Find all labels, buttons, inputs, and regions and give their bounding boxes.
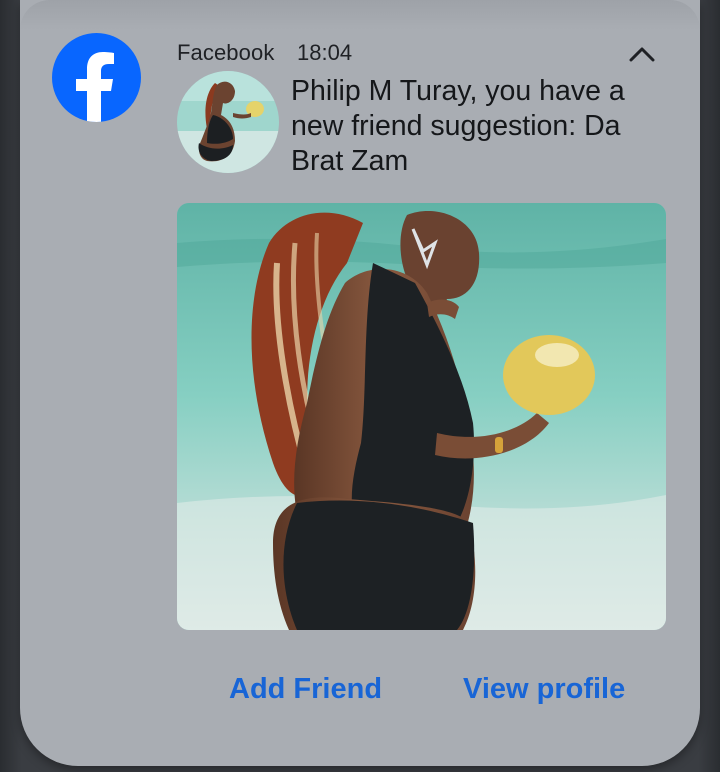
app-name: Facebook: [177, 40, 275, 65]
avatar[interactable]: [177, 71, 279, 173]
notification-time: 18:04: [297, 40, 353, 65]
notification-message: Philip M Turay, you have a new friend su…: [291, 75, 625, 177]
facebook-icon: [52, 33, 141, 122]
notification-card[interactable]: Facebook 18:04 Philip M Turay, you have …: [20, 0, 700, 766]
view-profile-button[interactable]: View profile: [463, 664, 625, 714]
chevron-up-icon: [629, 47, 655, 62]
suggested-friend-photo[interactable]: [177, 203, 666, 630]
collapse-button[interactable]: [620, 36, 664, 72]
add-friend-button[interactable]: Add Friend: [229, 664, 382, 714]
notification-actions: Add Friend View profile: [20, 664, 700, 714]
